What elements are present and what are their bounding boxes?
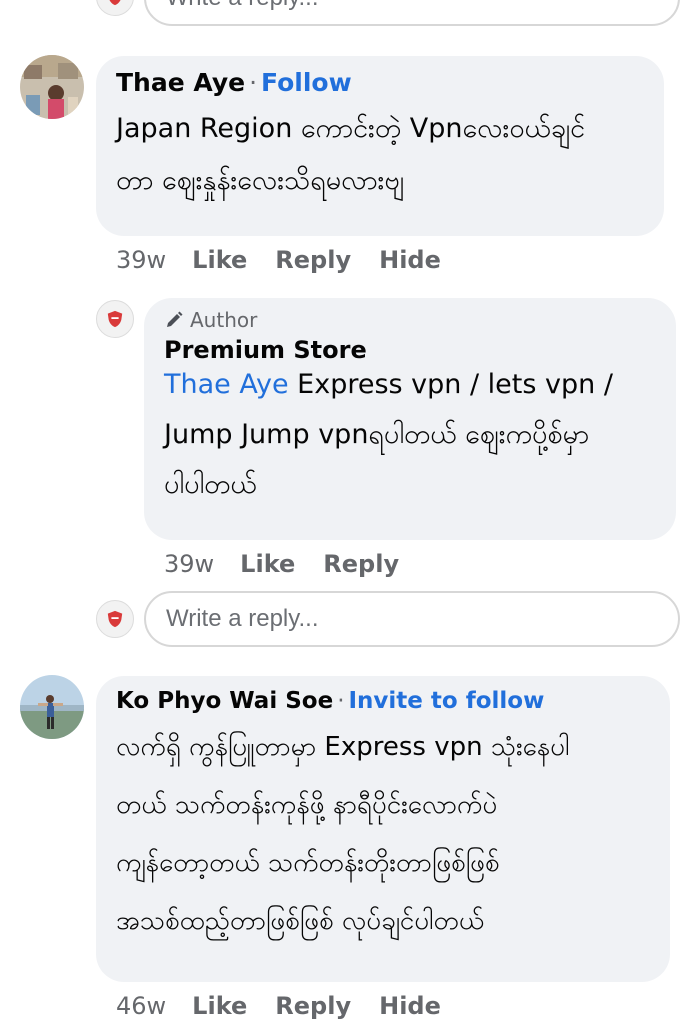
- comment-thread: Thae Aye·Follow Japan Region ကောင်းတဲ့ V…: [0, 0, 700, 1021]
- comment-timestamp[interactable]: 39w: [164, 550, 214, 578]
- thae-aye-photo: [20, 55, 84, 119]
- separator-dot: ·: [249, 68, 258, 97]
- comment-actions: 39w Like Reply: [164, 550, 399, 578]
- comment-line-text: Express vpn / lets vpn /: [297, 369, 613, 400]
- comment-line: အသစ်ထည့်တာဖြစ်ဖြစ် လုပ်ချင်ပါတယ်: [116, 906, 485, 936]
- author-tag-label: Author: [190, 308, 258, 332]
- comment-line: Jump Jump vpnရပါတယ် ဈေးကပို့စ်မှာ: [164, 419, 590, 450]
- comment-timestamp[interactable]: 46w: [116, 992, 166, 1020]
- comment-header: Ko Phyo Wai Soe · Invite to follow: [116, 688, 650, 714]
- thae-aye-avatar[interactable]: [20, 55, 84, 119]
- reply-button[interactable]: Reply: [275, 992, 351, 1020]
- comment-line: Thae Aye Express vpn / lets vpn /: [164, 360, 656, 410]
- separator-dot: ·: [337, 688, 345, 714]
- red-shield-icon: [107, 610, 123, 628]
- premium-store-avatar[interactable]: [96, 0, 134, 16]
- follow-button[interactable]: Follow: [261, 68, 352, 97]
- comment-header: Thae Aye · Follow: [116, 68, 644, 97]
- comment-body: Thae Aye Express vpn / lets vpn / Jump J…: [164, 360, 656, 510]
- hide-button[interactable]: Hide: [379, 992, 441, 1020]
- comment-line: တယ် သက်တန်းကုန်ဖို့ နာရီပိုင်းလောက်ပဲ: [116, 790, 498, 820]
- reply-button[interactable]: Reply: [323, 550, 399, 578]
- comment-line: ကျန်တော့တယ် သက်တန်းတိုးတာဖြစ်ဖြစ်: [116, 848, 500, 878]
- like-button[interactable]: Like: [240, 550, 295, 578]
- mention-link[interactable]: Thae Aye: [164, 369, 289, 400]
- comment-body: လက်ရှိ ကွန်ပြူတာမှာ Express vpn သုံးနေပါ…: [116, 718, 650, 950]
- comment-line: တာ ဈေးနှုန်းလေးသိရမလားဗျ: [116, 165, 405, 196]
- reply-bubble: Author Premium Store Thae Aye Express vp…: [144, 298, 676, 540]
- premium-store-avatar[interactable]: [96, 300, 134, 338]
- like-button[interactable]: Like: [192, 246, 247, 274]
- comment-bubble: Thae Aye · Follow Japan Region ကောင်းတဲ့ V…: [96, 56, 664, 236]
- ko-phyo-wai-soe-photo: [20, 675, 84, 739]
- hide-button[interactable]: Hide: [379, 246, 441, 274]
- comment-line: ပါပါတယ်: [164, 469, 257, 500]
- invite-to-follow-button[interactable]: Invite to follow: [349, 688, 545, 714]
- comment-line: Japan Region ကောင်းတဲ့ Vpnလေးဝယ်ချင်: [116, 113, 586, 144]
- red-shield-icon: [109, 0, 121, 6]
- comment-timestamp[interactable]: 39w: [116, 246, 166, 274]
- reply-input-top[interactable]: [144, 0, 680, 26]
- comment-body: Japan Region ကောင်းတဲ့ Vpnလေးဝယ်ချင် တာ …: [116, 103, 644, 207]
- like-button[interactable]: Like: [192, 992, 247, 1020]
- comment-actions: 46w Like Reply Hide: [116, 992, 441, 1020]
- premium-store-avatar[interactable]: [96, 600, 134, 638]
- reply-button[interactable]: Reply: [275, 246, 351, 274]
- reply-input[interactable]: [144, 591, 680, 647]
- pencil-icon: [167, 311, 183, 327]
- comment-line: လက်ရှိ ကွန်ပြူတာမှာ Express vpn သုံးနေပါ: [116, 732, 570, 762]
- comment-bubble: Ko Phyo Wai Soe · Invite to follow လက်ရှိ …: [96, 676, 670, 982]
- comment-author-name[interactable]: Thae Aye: [116, 68, 245, 97]
- comment-actions: 39w Like Reply Hide: [116, 246, 441, 274]
- ko-phyo-wai-soe-avatar[interactable]: [20, 675, 84, 739]
- author-tag: Author: [164, 308, 656, 332]
- red-shield-icon: [107, 310, 123, 328]
- comment-author-name[interactable]: Ko Phyo Wai Soe: [116, 688, 333, 714]
